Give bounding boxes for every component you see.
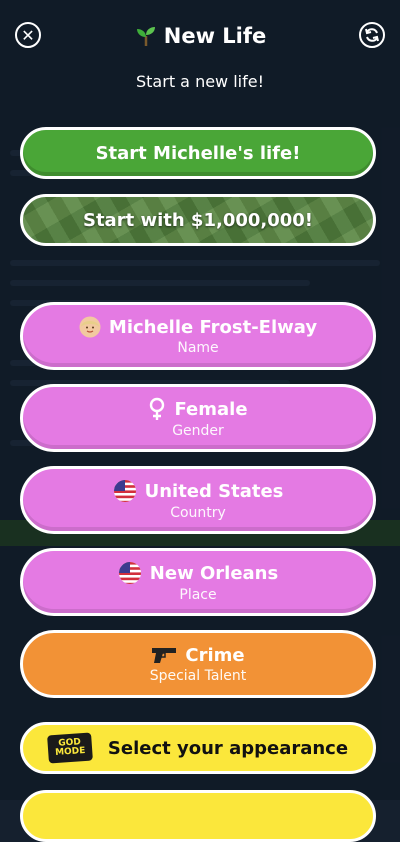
name-selector[interactable]: Michelle Frost-Elway Name — [20, 302, 376, 370]
country-value: United States — [144, 480, 284, 502]
start-life-label: Start Michelle's life! — [95, 142, 301, 164]
place-value: New Orleans — [149, 562, 279, 584]
start-with-money-button[interactable]: Start with $1,000,000! — [20, 194, 376, 246]
place-selector[interactable]: New Orleans Place — [20, 548, 376, 616]
start-with-money-label: Start with $1,000,000! — [82, 209, 314, 231]
gender-value: Female — [174, 398, 248, 420]
name-caption: Name — [177, 340, 219, 356]
name-value: Michelle Frost-Elway — [108, 316, 318, 338]
page-subtitle: Start a new life! — [136, 72, 264, 91]
place-caption: Place — [179, 587, 217, 603]
country-caption: Country — [170, 505, 226, 521]
us-flag-icon — [118, 562, 141, 584]
avatar-icon — [79, 316, 101, 338]
modal-header: ✕ New Life — [0, 0, 400, 70]
select-appearance-button[interactable]: GOD MODE Select your appearance — [20, 722, 376, 774]
gender-selector[interactable]: Female Gender — [20, 384, 376, 452]
select-appearance-label: Select your appearance — [107, 737, 349, 759]
country-selector[interactable]: United States Country — [20, 466, 376, 534]
next-option-button[interactable] — [20, 790, 376, 842]
god-mode-badge-icon: GOD MODE — [46, 732, 93, 764]
gender-caption: Gender — [172, 423, 224, 439]
us-flag-icon — [113, 480, 136, 502]
special-talent-value: Crime — [185, 644, 245, 666]
start-life-button[interactable]: Start Michelle's life! — [20, 127, 376, 179]
special-talent-caption: Special Talent — [149, 667, 247, 684]
page-title: New Life — [163, 24, 267, 48]
pistol-icon — [152, 648, 177, 663]
refresh-icon — [365, 28, 379, 42]
sprout-icon — [136, 27, 155, 46]
refresh-button[interactable] — [359, 22, 385, 48]
god-mode-badge-text: GOD MODE — [54, 737, 86, 759]
special-talent-selector[interactable]: Crime Special Talent — [20, 630, 376, 698]
female-symbol-icon — [150, 397, 165, 420]
title-group: New Life — [0, 24, 400, 48]
